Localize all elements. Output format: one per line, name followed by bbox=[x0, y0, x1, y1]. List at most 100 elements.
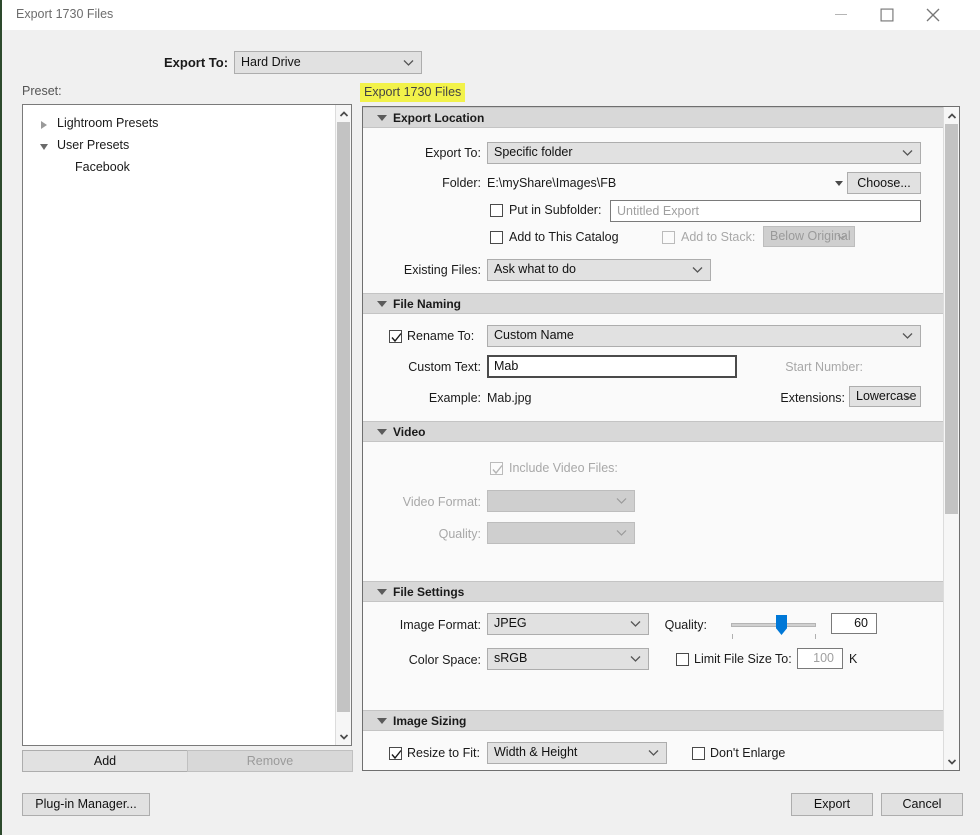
triangle-down-icon[interactable] bbox=[377, 589, 387, 595]
close-button[interactable] bbox=[910, 0, 956, 30]
maximize-button[interactable] bbox=[864, 0, 910, 30]
section-header-export-location[interactable]: Export Location bbox=[363, 107, 944, 128]
section-header-file-settings[interactable]: File Settings bbox=[363, 581, 944, 602]
jpeg-quality-input[interactable]: 60 bbox=[831, 613, 877, 634]
minimize-button[interactable] bbox=[818, 0, 864, 30]
dont-enlarge-checkbox[interactable] bbox=[692, 747, 705, 760]
settings-panel-scrollbar[interactable] bbox=[943, 107, 959, 770]
chevron-down-icon bbox=[403, 59, 414, 66]
section-header-image-sizing[interactable]: Image Sizing bbox=[363, 710, 944, 731]
preset-label: Preset: bbox=[22, 84, 62, 98]
folder-label: Folder: bbox=[442, 176, 481, 190]
cancel-button[interactable]: Cancel bbox=[881, 793, 963, 816]
remove-preset-button[interactable]: Remove bbox=[187, 750, 353, 772]
limit-file-size-checkbox[interactable] bbox=[676, 653, 689, 666]
include-video-files-checkbox[interactable] bbox=[490, 462, 503, 475]
scroll-up-button[interactable] bbox=[944, 107, 959, 124]
settings-panel-scroll-thumb[interactable] bbox=[945, 124, 958, 514]
limit-file-size-unit: K bbox=[849, 652, 858, 666]
rename-to-dropdown[interactable]: Custom Name bbox=[487, 325, 921, 347]
slider-tick bbox=[815, 634, 816, 639]
export-button[interactable]: Export bbox=[791, 793, 873, 816]
chevron-down-icon bbox=[902, 333, 913, 339]
triangle-down-icon[interactable] bbox=[40, 144, 48, 150]
dont-enlarge-label: Don't Enlarge bbox=[710, 746, 786, 760]
top-export-to-dropdown[interactable]: Hard Drive bbox=[234, 51, 422, 74]
resize-to-fit-label: Resize to Fit: bbox=[407, 746, 480, 760]
scroll-down-button[interactable] bbox=[944, 753, 959, 770]
resize-to-fit-checkbox[interactable] bbox=[389, 747, 402, 760]
image-format-label: Image Format: bbox=[399, 618, 481, 632]
window-title: Export 1730 Files bbox=[16, 7, 114, 21]
export-to-label: Export To: bbox=[424, 146, 481, 160]
custom-text-input[interactable]: Mab bbox=[487, 355, 737, 378]
chevron-up-icon bbox=[947, 112, 956, 119]
triangle-down-icon[interactable] bbox=[377, 115, 387, 121]
jpeg-quality-slider-thumb[interactable] bbox=[776, 615, 787, 635]
put-in-subfolder-label: Put in Subfolder: bbox=[509, 203, 602, 217]
video-format-dropdown[interactable] bbox=[487, 490, 635, 512]
checkmark-icon bbox=[391, 750, 402, 760]
jpeg-quality-label: Quality: bbox=[664, 618, 707, 632]
triangle-down-icon[interactable] bbox=[377, 718, 387, 724]
add-preset-button[interactable]: Add bbox=[22, 750, 188, 772]
slider-tick bbox=[732, 634, 733, 639]
preset-list[interactable]: Lightroom Presets User Presets Facebook bbox=[22, 104, 352, 746]
chevron-down-icon bbox=[630, 656, 641, 662]
chevron-up-icon bbox=[339, 110, 348, 117]
export-files-tab[interactable]: Export 1730 Files bbox=[360, 83, 466, 102]
export-to-value: Specific folder bbox=[494, 145, 573, 159]
extensions-dropdown[interactable]: Lowercase bbox=[849, 386, 921, 407]
chevron-down-icon bbox=[616, 530, 627, 536]
scroll-down-button[interactable] bbox=[336, 728, 351, 745]
jpeg-quality-slider-track[interactable] bbox=[731, 623, 816, 627]
choose-folder-button[interactable]: Choose... bbox=[847, 172, 921, 194]
maximize-icon bbox=[880, 8, 894, 22]
video-quality-dropdown[interactable] bbox=[487, 522, 635, 544]
close-icon bbox=[926, 8, 940, 22]
section-header-file-naming[interactable]: File Naming bbox=[363, 293, 944, 314]
add-to-stack-checkbox[interactable] bbox=[662, 231, 675, 244]
example-value: Mab.jpg bbox=[487, 391, 532, 405]
checkmark-icon bbox=[391, 333, 402, 343]
rename-to-label: Rename To: bbox=[407, 329, 475, 343]
rename-to-checkbox[interactable] bbox=[389, 330, 402, 343]
resize-to-fit-value: Width & Height bbox=[494, 745, 578, 759]
top-export-to-label: Export To: bbox=[164, 55, 229, 70]
subfolder-name-input[interactable]: Untitled Export bbox=[610, 200, 921, 222]
preset-tree-label: User Presets bbox=[57, 138, 130, 152]
top-export-to-value: Hard Drive bbox=[241, 55, 301, 69]
add-to-catalog-checkbox[interactable] bbox=[490, 231, 503, 244]
plugin-manager-button[interactable]: Plug-in Manager... bbox=[22, 793, 150, 816]
put-in-subfolder-checkbox[interactable] bbox=[490, 204, 503, 217]
scroll-up-button[interactable] bbox=[336, 105, 351, 122]
image-format-dropdown[interactable]: JPEG bbox=[487, 613, 649, 635]
resize-to-fit-dropdown[interactable]: Width & Height bbox=[487, 742, 667, 764]
triangle-down-icon[interactable] bbox=[377, 429, 387, 435]
color-space-value: sRGB bbox=[494, 651, 528, 665]
folder-dropdown-arrow-icon[interactable] bbox=[835, 181, 843, 186]
existing-files-label: Existing Files: bbox=[403, 263, 481, 277]
export-to-dropdown[interactable]: Specific folder bbox=[487, 142, 921, 164]
triangle-down-icon[interactable] bbox=[377, 301, 387, 307]
section-header-video[interactable]: Video bbox=[363, 421, 944, 442]
custom-text-label: Custom Text: bbox=[408, 360, 481, 374]
stack-position-dropdown[interactable]: Below Original bbox=[763, 226, 855, 247]
limit-file-size-input[interactable]: 100 bbox=[797, 648, 843, 669]
export-settings-content: Export Location Export To: Specific fold… bbox=[363, 107, 944, 770]
section-title: File Naming bbox=[393, 297, 462, 311]
chevron-down-icon bbox=[616, 498, 627, 504]
minimize-icon bbox=[835, 14, 847, 15]
preset-list-scroll-thumb[interactable] bbox=[337, 122, 350, 712]
folder-path-value[interactable]: E:\myShare\Images\FB bbox=[487, 176, 616, 190]
color-space-dropdown[interactable]: sRGB bbox=[487, 648, 649, 670]
color-space-label: Color Space: bbox=[408, 653, 481, 667]
video-quality-label: Quality: bbox=[438, 527, 481, 541]
preset-list-scrollbar[interactable] bbox=[335, 105, 351, 745]
triangle-right-icon[interactable] bbox=[41, 121, 47, 129]
section-title: Video bbox=[393, 425, 426, 439]
subfolder-name-placeholder: Untitled Export bbox=[617, 204, 699, 218]
existing-files-dropdown[interactable]: Ask what to do bbox=[487, 259, 711, 281]
section-title: Export Location bbox=[393, 111, 485, 125]
preset-tree-label: Lightroom Presets bbox=[57, 116, 159, 130]
